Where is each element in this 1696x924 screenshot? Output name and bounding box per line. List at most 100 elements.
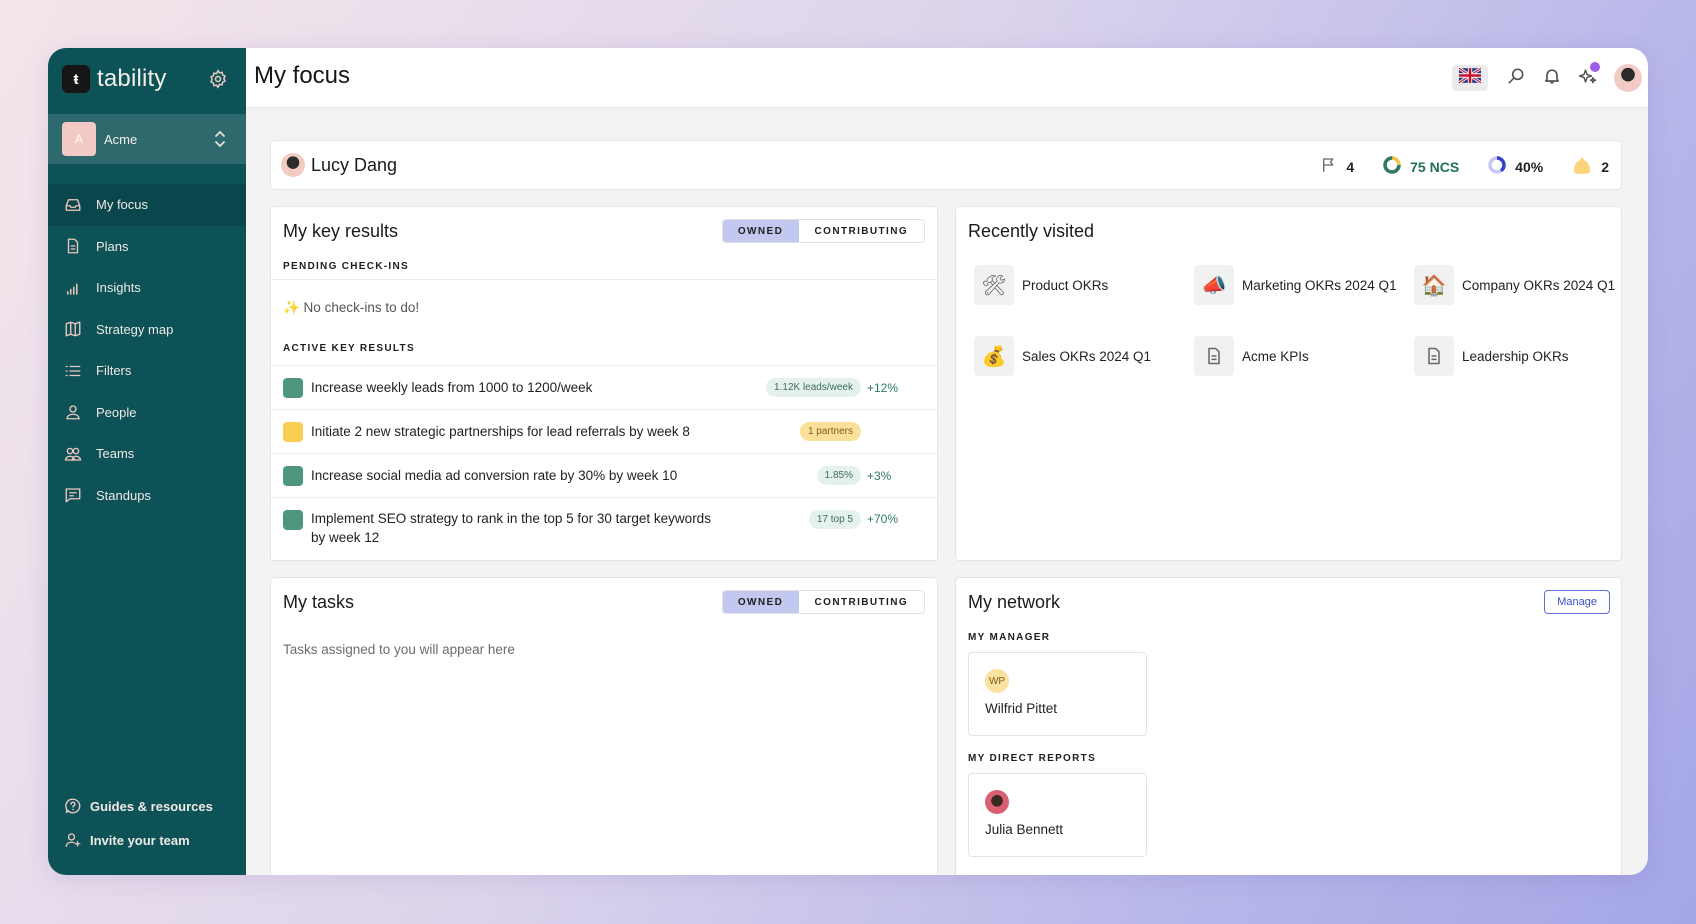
direct-report-name: Julia Bennett [985, 822, 1064, 837]
user-profile-link[interactable]: Lucy Dang [281, 153, 397, 177]
sidebar-item-teams[interactable]: Teams [48, 433, 246, 475]
network-title: My network [968, 592, 1061, 612]
progress-ring-icon [1487, 155, 1515, 178]
pending-checkins-label: PENDING CHECK-INS [283, 261, 409, 272]
help-icon [64, 797, 82, 815]
house-icon: 🏠 [1414, 265, 1454, 305]
recent-item-acme-kpis[interactable]: Acme KPIs [1194, 336, 1414, 376]
tability-logo-icon: ŧ [62, 65, 90, 93]
document-icon [64, 237, 82, 255]
user-avatar [281, 153, 305, 177]
recent-item-marketing-okrs[interactable]: 📣 Marketing OKRs 2024 Q1 [1194, 265, 1414, 305]
key-results-tabs: OWNED CONTRIBUTING [721, 219, 925, 243]
pending-checkins-empty: ✨ No check-ins to do! [283, 300, 420, 315]
team-icon [64, 445, 82, 463]
recently-visited-grid: 🛠 Product OKRs 📣 Marketing OKRs 2024 Q1 … [974, 265, 1634, 376]
header-actions [1452, 60, 1648, 96]
status-square [283, 465, 303, 486]
invite-team-link[interactable]: Invite your team [48, 823, 246, 857]
sidebar-item-my-focus[interactable]: My focus [48, 184, 246, 226]
key-result-delta: +70% [867, 512, 899, 526]
sidebar-item-plans[interactable]: Plans [48, 226, 246, 268]
confidence-blob-icon [1571, 155, 1601, 178]
key-results-title: My key results [283, 221, 399, 241]
manage-button[interactable]: Manage [1544, 590, 1610, 614]
tab-owned[interactable]: OWNED [722, 220, 799, 242]
bell-icon [1542, 66, 1562, 91]
tasks-card: My tasks OWNED CONTRIBUTING Tasks assign… [270, 577, 938, 875]
key-result-row[interactable]: Increase weekly leads from 1000 to 1200/… [271, 365, 937, 409]
hammer-wrench-icon: 🛠 [974, 265, 1014, 305]
recently-visited-card: Recently visited 🛠 Product OKRs 📣 Market… [955, 206, 1622, 561]
my-manager-label: MY MANAGER [968, 632, 1051, 643]
uk-flag-icon [1458, 66, 1482, 88]
stat-flags[interactable]: 4 [1320, 156, 1354, 177]
active-key-results-label: ACTIVE KEY RESULTS [283, 343, 415, 354]
recently-visited-title: Recently visited [968, 221, 1095, 241]
tab-contributing[interactable]: CONTRIBUTING [798, 220, 924, 242]
stat-progress[interactable]: 40% [1487, 155, 1543, 178]
user-plus-icon [64, 831, 82, 849]
direct-reports-label: MY DIRECT REPORTS [968, 753, 1097, 764]
sidebar-bottom: Guides & resources Invite your team [48, 789, 246, 875]
recent-item-label: Acme KPIs [1242, 348, 1309, 364]
sidebar-item-filters[interactable]: Filters [48, 350, 246, 392]
sidebar-item-insights[interactable]: Insights [48, 267, 246, 309]
notification-dot [1590, 62, 1600, 72]
sidebar-nav: My focus Plans Insights Strategy map Fil… [48, 184, 246, 516]
ai-assistant-button[interactable] [1570, 60, 1606, 96]
guides-resources-link[interactable]: Guides & resources [48, 789, 246, 823]
tasks-title: My tasks [283, 592, 355, 612]
sidebar-item-standups[interactable]: Standups [48, 475, 246, 517]
recent-item-label: Sales OKRs 2024 Q1 [1022, 348, 1152, 364]
key-result-row[interactable]: Implement SEO strategy to rank in the to… [271, 497, 937, 560]
key-result-delta: +12% [867, 380, 899, 395]
workspace-name: Acme [104, 131, 138, 147]
recent-item-label: Leadership OKRs [1462, 348, 1569, 364]
megaphone-icon: 📣 [1194, 265, 1234, 305]
stat-ncs[interactable]: 75 NCS [1382, 155, 1459, 178]
direct-report-card[interactable]: Julia Bennett [968, 773, 1147, 857]
stat-progress-value: 40% [1515, 158, 1544, 175]
tab-owned[interactable]: OWNED [722, 591, 799, 613]
chevron-up-down-icon [214, 129, 226, 149]
tab-contributing[interactable]: CONTRIBUTING [798, 591, 924, 613]
notifications-button[interactable] [1534, 60, 1570, 96]
status-square [283, 510, 303, 530]
map-icon [64, 320, 82, 338]
sidebar-item-people[interactable]: People [48, 392, 246, 434]
brand-name: tability [97, 65, 167, 92]
workspace-switcher[interactable]: A Acme [48, 114, 246, 164]
sidebar-item-label: Standups [96, 487, 151, 503]
recent-item-leadership-okrs[interactable]: Leadership OKRs [1414, 336, 1634, 376]
direct-report-avatar [985, 790, 1009, 814]
recent-item-company-okrs[interactable]: 🏠 Company OKRs 2024 Q1 [1414, 265, 1634, 305]
sidebar-item-label: Plans [96, 238, 129, 254]
recent-item-product-okrs[interactable]: 🛠 Product OKRs [974, 265, 1194, 305]
ncs-ring-icon [1382, 155, 1410, 178]
page-title: My focus [254, 62, 351, 89]
user-avatar-button[interactable] [1614, 64, 1642, 92]
tasks-tabs: OWNED CONTRIBUTING [721, 590, 925, 614]
tasks-empty-state: Tasks assigned to you will appear here [283, 642, 515, 657]
brand[interactable]: ŧ tability [62, 65, 167, 93]
recent-item-sales-okrs[interactable]: 💰 Sales OKRs 2024 Q1 [974, 336, 1194, 376]
stat-confidence[interactable]: 2 [1571, 155, 1609, 178]
search-button[interactable] [1498, 60, 1534, 96]
settings-gear-icon[interactable] [208, 69, 228, 89]
key-result-row[interactable]: Increase social media ad conversion rate… [271, 453, 937, 497]
sidebar-item-strategy-map[interactable]: Strategy map [48, 309, 246, 351]
chat-icon [64, 486, 82, 504]
sidebar: ŧ tability A Acme My focus Plans Insight… [48, 48, 246, 875]
stat-flags-value: 4 [1346, 158, 1355, 175]
sidebar-item-label: People [96, 404, 137, 420]
manager-card[interactable]: WP Wilfrid Pittet [968, 652, 1147, 736]
language-switcher[interactable] [1452, 65, 1488, 91]
document-icon [1194, 336, 1234, 376]
key-results-card: My key results OWNED CONTRIBUTING PENDIN… [270, 206, 938, 561]
sidebar-item-label: Insights [96, 280, 141, 296]
stat-ncs-value: 75 NCS [1410, 158, 1460, 175]
workspace-avatar: A [62, 122, 96, 156]
key-result-row[interactable]: Initiate 2 new strategic partnerships fo… [271, 409, 937, 453]
inbox-icon [64, 196, 82, 214]
